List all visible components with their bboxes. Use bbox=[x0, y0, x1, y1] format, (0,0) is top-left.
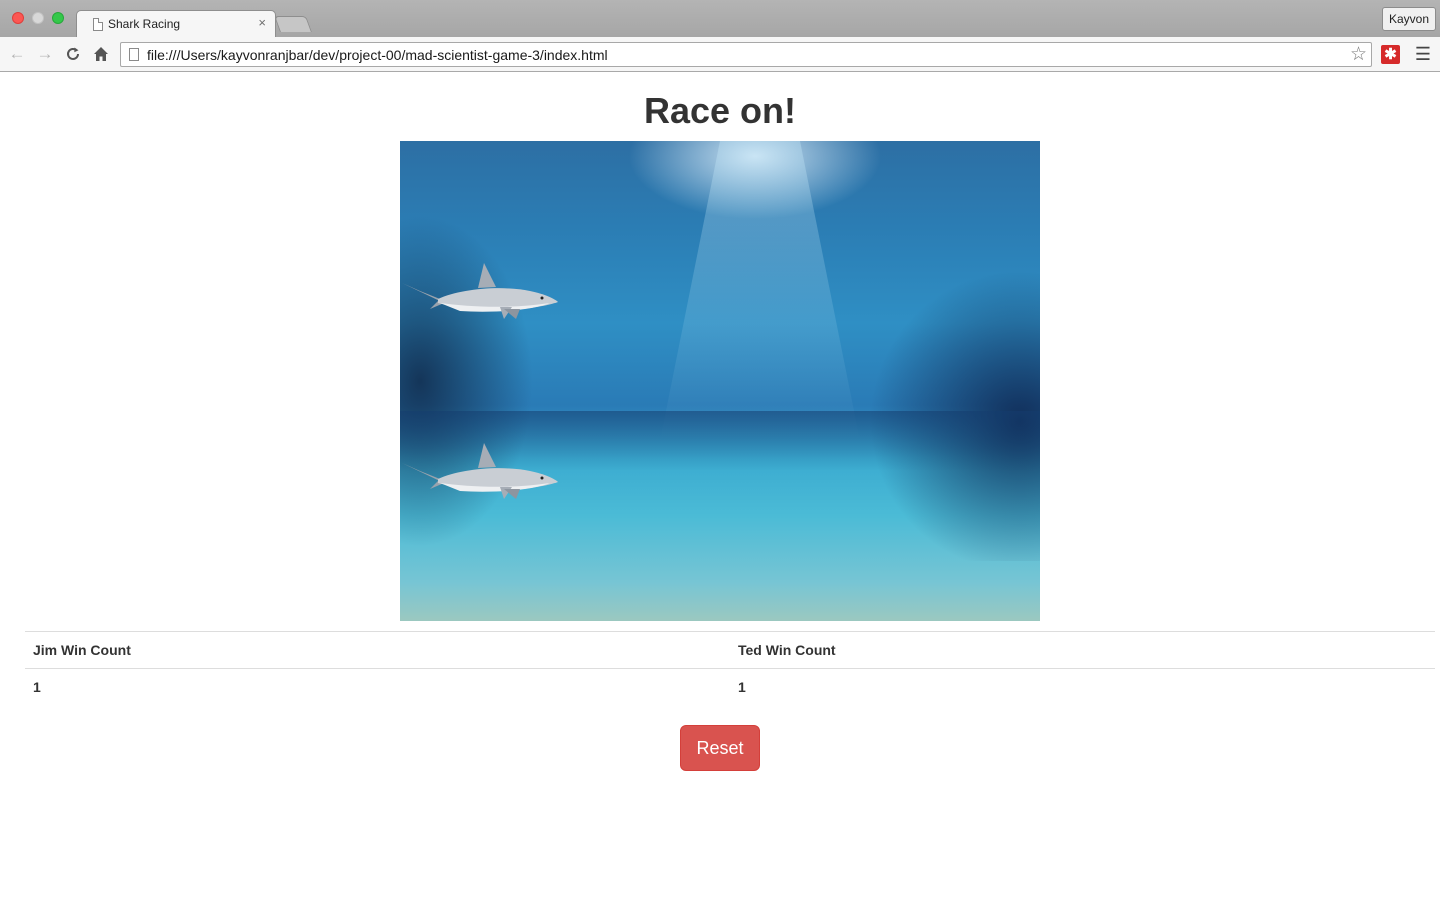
new-tab-button[interactable] bbox=[274, 16, 312, 32]
tab-title: Shark Racing bbox=[108, 17, 181, 31]
light-rays bbox=[660, 141, 860, 441]
hamburger-menu-icon[interactable]: ☰ bbox=[1413, 42, 1433, 66]
page-favicon-icon bbox=[93, 18, 103, 31]
browser-toolbar: ← → file:///Users/kayvonranjbar/dev/proj… bbox=[0, 37, 1440, 72]
reset-button[interactable]: Reset bbox=[680, 725, 760, 771]
star-icon[interactable]: ☆ bbox=[1350, 43, 1367, 66]
jim-win-count-header: Jim Win Count bbox=[25, 631, 730, 669]
maximize-window-button[interactable] bbox=[52, 12, 64, 24]
table-row: 1 1 bbox=[25, 669, 1435, 706]
forward-arrow-icon[interactable]: → bbox=[33, 42, 57, 66]
back-arrow-icon[interactable]: ← bbox=[5, 42, 29, 66]
browser-tab[interactable]: Shark Racing × bbox=[76, 10, 276, 38]
close-window-button[interactable] bbox=[12, 12, 24, 24]
reef-left bbox=[400, 181, 600, 561]
asterisk-extension-icon[interactable]: ✱ bbox=[1381, 45, 1400, 64]
ted-win-count-header: Ted Win Count bbox=[730, 631, 1435, 669]
close-tab-icon[interactable]: × bbox=[258, 15, 266, 30]
ted-win-count-value: 1 bbox=[738, 679, 746, 696]
browser-titlebar: Shark Racing × Kayvon bbox=[0, 0, 1440, 38]
reload-icon[interactable] bbox=[61, 42, 85, 66]
minimize-window-button[interactable] bbox=[32, 12, 44, 24]
page-title: Race on! bbox=[643, 90, 797, 131]
jim-win-count-value: 1 bbox=[33, 679, 41, 696]
win-count-table: Jim Win Count Ted Win Count 1 1 bbox=[25, 631, 1435, 706]
page-icon bbox=[129, 48, 139, 61]
table-header-row: Jim Win Count Ted Win Count bbox=[25, 631, 1435, 669]
jim-shark-image bbox=[402, 263, 558, 319]
ted-shark-image bbox=[402, 443, 558, 499]
profile-button[interactable]: Kayvon bbox=[1381, 7, 1436, 31]
address-bar[interactable]: file:///Users/kayvonranjbar/dev/project-… bbox=[120, 42, 1372, 67]
home-icon[interactable] bbox=[89, 42, 113, 66]
url-text: file:///Users/kayvonranjbar/dev/project-… bbox=[147, 47, 608, 63]
race-track-underwater-scene bbox=[400, 141, 1040, 621]
